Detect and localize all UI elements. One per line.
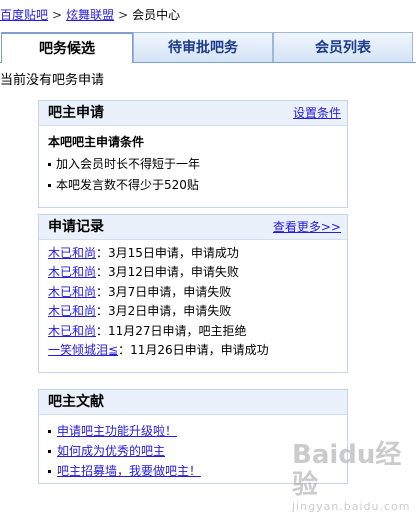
panel-header: 申请记录 查看更多>> xyxy=(39,215,347,240)
panel-header: 吧主文献 xyxy=(39,390,347,415)
list-item: 申请吧主功能升级啦！ xyxy=(48,421,347,441)
list-item: 本吧发言数不得少于520贴 xyxy=(48,175,347,196)
breadcrumb: 百度贴吧 > 炫舞联盟 > 会员中心 xyxy=(0,7,180,23)
apply-records-panel: 申请记录 查看更多>> 木已和尚：3月15日申请，申请成功 木已和尚：3月12日… xyxy=(38,214,348,373)
list-item: 一笑倾城泪≦：11月26日申请，申请成功 xyxy=(48,341,347,360)
record-text: ：3月12日申请，申请失败 xyxy=(96,265,239,280)
record-text: ：3月15日申请，申请成功 xyxy=(96,246,239,260)
breadcrumb-link-forum[interactable]: 炫舞联盟 xyxy=(66,8,114,22)
tab-pending-approval[interactable]: 待审批吧务 xyxy=(133,32,273,62)
user-link[interactable]: 木已和尚 xyxy=(48,304,96,318)
user-link[interactable]: 木已和尚 xyxy=(48,324,96,338)
record-text: ：3月2日申请，申请失败 xyxy=(96,304,232,319)
user-link[interactable]: 木已和尚 xyxy=(48,265,96,279)
record-text: ：11月27日申请，吧主拒绝 xyxy=(96,323,247,338)
record-text: ：3月7日申请，申请失败 xyxy=(96,284,232,299)
list-item: 木已和尚：3月15日申请，申请成功 xyxy=(48,244,347,263)
tab-candidates[interactable]: 吧务候选 xyxy=(1,32,133,63)
set-conditions-link[interactable]: 设置条件 xyxy=(293,101,341,125)
owner-apply-panel: 吧主申请 设置条件 本吧吧主申请条件 加入会员时长不得短于一年 本吧发言数不得少… xyxy=(38,100,348,208)
conditions-list: 加入会员时长不得短于一年 本吧发言数不得少于520贴 xyxy=(48,154,347,196)
record-text: ：11月26日申请，申请成功 xyxy=(118,343,269,358)
article-link[interactable]: 如何成为优秀的吧主 xyxy=(57,444,165,458)
watermark-sub: jingyan.baidu.com xyxy=(292,500,411,513)
user-link[interactable]: 一笑倾城泪≦ xyxy=(48,343,118,357)
breadcrumb-current: 会员中心 xyxy=(132,8,181,22)
list-item: 加入会员时长不得短于一年 xyxy=(48,154,347,175)
list-item: 木已和尚：11月27日申请，吧主拒绝 xyxy=(48,322,347,341)
breadcrumb-separator: > xyxy=(52,8,63,22)
view-more-link[interactable]: 查看更多>> xyxy=(273,215,341,239)
owner-docs-panel: 吧主文献 申请吧主功能升级啦！ 如何成为优秀的吧主 吧主招募墙，我要做吧主！ xyxy=(38,389,348,484)
article-link[interactable]: 申请吧主功能升级啦！ xyxy=(57,424,177,438)
tab-member-list[interactable]: 会员列表 xyxy=(273,32,413,62)
panel-title: 申请记录 xyxy=(48,219,104,235)
panel-title: 吧主文献 xyxy=(48,394,104,410)
breadcrumb-link-tieba[interactable]: 百度贴吧 xyxy=(0,8,48,22)
list-item: 木已和尚：3月2日申请，申请失败 xyxy=(48,302,347,321)
empty-notice: 当前没有吧务申请 xyxy=(0,73,105,88)
user-link[interactable]: 木已和尚 xyxy=(48,246,96,260)
article-link[interactable]: 吧主招募墙，我要做吧主！ xyxy=(57,464,201,478)
breadcrumb-separator: > xyxy=(118,8,129,22)
list-item: 木已和尚：3月7日申请，申请失败 xyxy=(48,283,347,302)
list-item: 吧主招募墙，我要做吧主！ xyxy=(48,461,347,481)
panel-header: 吧主申请 设置条件 xyxy=(39,101,347,126)
records-list: 木已和尚：3月15日申请，申请成功 木已和尚：3月12日申请，申请失败 木已和尚… xyxy=(48,244,347,360)
articles-list: 申请吧主功能升级啦！ 如何成为优秀的吧主 吧主招募墙，我要做吧主！ xyxy=(48,421,347,481)
list-item: 木已和尚：3月12日申请，申请失败 xyxy=(48,263,347,282)
conditions-title: 本吧吧主申请条件 xyxy=(48,135,145,149)
list-item: 如何成为优秀的吧主 xyxy=(48,441,347,461)
user-link[interactable]: 木已和尚 xyxy=(48,285,96,299)
tab-bar: 吧务候选 待审批吧务 会员列表 xyxy=(0,32,416,63)
panel-title: 吧主申请 xyxy=(48,105,104,121)
